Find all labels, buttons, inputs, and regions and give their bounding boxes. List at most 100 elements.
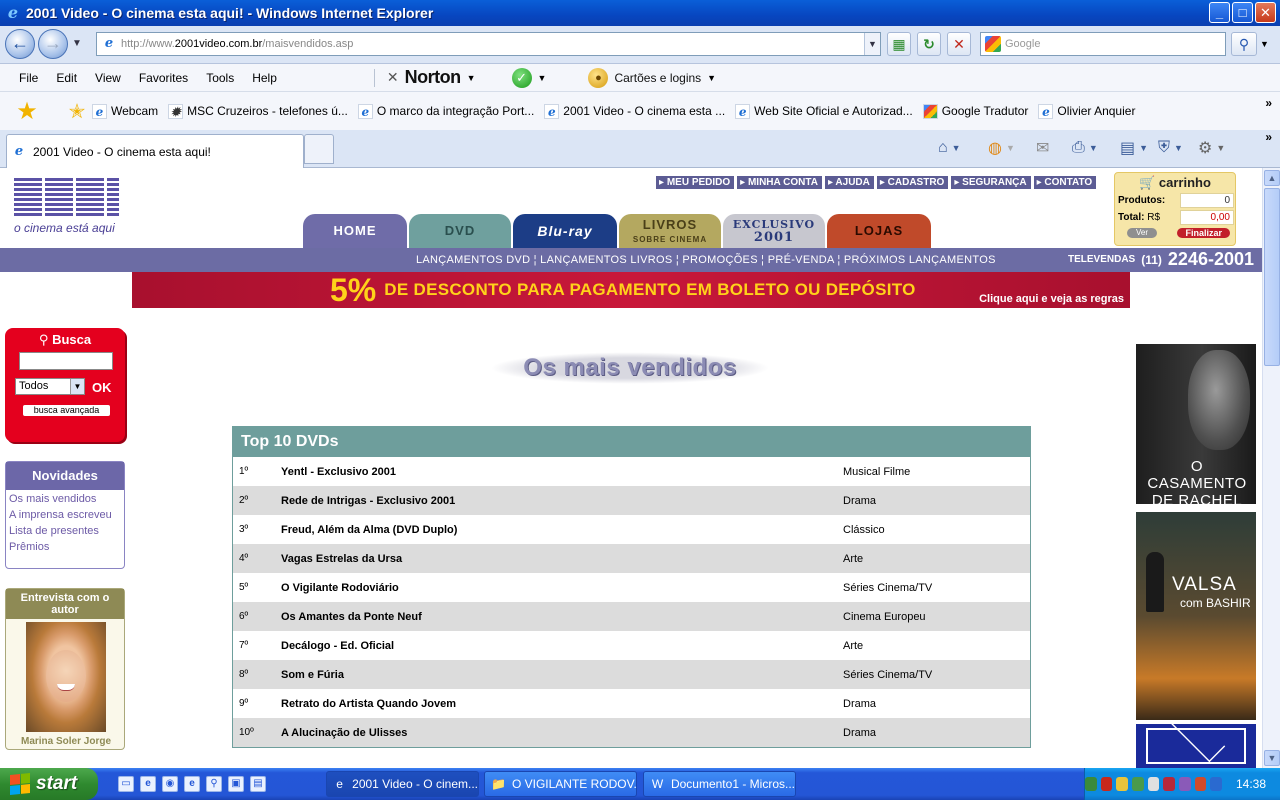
banner-newsletter[interactable] [1136,724,1256,768]
safety-icon[interactable]: ⛨ ▼ [1158,135,1183,161]
nav-tab-bluray[interactable]: Blu-ray [513,214,617,248]
table-row[interactable]: 8º Som e Fúria Séries Cinema/TV [233,660,1030,689]
home-icon[interactable]: ⌂ ▼ [938,135,961,161]
genre-link[interactable]: Musical Filme [843,466,1030,478]
fav-google-tradutor[interactable]: Google Tradutor [922,103,1028,119]
ie-icon[interactable]: e [184,776,200,792]
forward-button[interactable]: → [38,29,68,59]
norton-dropdown-icon[interactable]: ▼ [467,73,476,83]
cartoes-dropdown-icon[interactable]: ▼ [707,73,716,83]
dvd-title-link[interactable]: Freud, Além da Alma (DVD Duplo) [281,524,843,536]
genre-link[interactable]: Cinema Europeu [843,611,1030,623]
busca-avancada-link[interactable]: busca avançada [23,405,110,416]
compatibility-view-icon[interactable]: ▦ [887,32,911,56]
maximize-button[interactable]: □ [1232,2,1253,23]
busca-category-select[interactable]: Todos ▼ [15,378,85,395]
tray-icon[interactable] [1085,777,1097,791]
entrevista-box[interactable]: Entrevista com o autor Marina Soler Jorg… [5,588,125,750]
table-row[interactable]: 9º Retrato do Artista Quando Jovem Drama [233,689,1030,718]
new-tab-button[interactable] [304,134,334,164]
search-icon[interactable]: ⚲ [206,776,222,792]
menu-favorites[interactable]: Favorites [130,71,197,85]
novidades-link[interactable]: Lista de presentes [9,524,121,538]
url-dropdown-icon[interactable]: ▼ [864,33,880,55]
search-field[interactable]: Google [980,32,1226,56]
dvd-title-link[interactable]: Decálogo - Ed. Oficial [281,640,843,652]
tray-icon[interactable] [1194,777,1207,791]
scroll-thumb[interactable] [1264,188,1280,366]
busca-input[interactable] [19,352,113,370]
menu-tools[interactable]: Tools [197,71,243,85]
author-photo[interactable] [26,622,106,732]
tray-icon[interactable] [1179,777,1191,791]
genre-link[interactable]: Séries Cinema/TV [843,582,1030,594]
dvd-title-link[interactable]: Os Amantes da Ponte Neuf [281,611,843,623]
favorites-star-icon[interactable]: ★ [12,97,42,126]
explorer-icon[interactable]: ◉ [162,776,178,792]
close-button[interactable]: ✕ [1255,2,1276,23]
nav-tab-lojas[interactable]: LOJAS [827,214,931,248]
task-2001video[interactable]: e 2001 Video - O cinem... [326,771,479,797]
lock-icon[interactable]: ● [588,67,609,88]
add-favorite-icon[interactable]: ✭ [62,99,92,124]
busca-ok-button[interactable]: OK [92,380,112,395]
close-toolbar-icon[interactable]: ✕ [387,69,399,86]
genre-link[interactable]: Arte [843,553,1030,565]
table-row[interactable]: 10º A Alucinação de Ulisses Drama [233,718,1030,747]
menu-file[interactable]: File [10,71,47,85]
nav-tab-home[interactable]: HOME [303,214,407,248]
genre-link[interactable]: Séries Cinema/TV [843,669,1030,681]
more-commands-icon[interactable]: » [1265,130,1272,144]
link-seguranca[interactable]: ▸ SEGURANÇA [951,176,1031,189]
feeds-icon[interactable]: ◍ ▼ [988,135,1015,161]
novidades-link[interactable]: Prêmios [9,540,121,554]
back-button[interactable]: ← [5,29,35,59]
scroll-up-icon[interactable]: ▲ [1264,170,1280,186]
site-logo[interactable]: o cinema está aqui [14,178,136,238]
clock[interactable]: 14:38 [1236,777,1266,791]
link-cadastro[interactable]: ▸ CADASTRO [876,176,949,189]
stop-icon[interactable]: ✕ [947,32,971,56]
fav-marco[interactable]: eO marco da integração Port... [357,103,534,119]
window-icon[interactable]: ▤ [250,776,266,792]
tray-icon[interactable] [1147,777,1160,791]
tray-icon[interactable] [1210,777,1222,791]
refresh-icon[interactable]: ↻ [917,32,941,56]
fav-2001video[interactable]: e 2001 Video - O cinema esta ... [544,103,725,119]
show-desktop-icon[interactable]: ▭ [118,776,134,792]
banner-casamento-de-rachel[interactable]: O CASAMENTO DE RACHEL [1136,344,1256,504]
task-documento1[interactable]: W Documento1 - Micros... [643,771,796,797]
tools-gear-icon[interactable]: ⚙ ▼ [1198,135,1225,161]
norton-button[interactable]: Norton [405,67,461,88]
fav-olivier[interactable]: e Olivier Anquier [1038,103,1135,119]
genre-link[interactable]: Clássico [843,524,1030,536]
tab-2001video[interactable]: e 2001 Video - O cinema esta aqui! [6,134,304,168]
dvd-title-link[interactable]: Yentl - Exclusivo 2001 [281,466,843,478]
dvd-title-link[interactable]: Som e Fúria [281,669,843,681]
novidades-link[interactable]: Os mais vendidos [9,492,121,506]
table-row[interactable]: 4º Vagas Estrelas da Ursa Arte [233,544,1030,573]
print-icon[interactable]: ⎙ ▼ [1072,135,1098,161]
fav-website[interactable]: e Web Site Oficial e Autorizad... [735,103,913,119]
banner-valsa-com-bashir[interactable]: VALSA com BASHIR [1136,512,1256,720]
tray-icon[interactable] [1116,777,1129,791]
url-field[interactable]: e http://www.2001video.com.br/maisvendid… [96,32,881,56]
tool-icon[interactable]: ▣ [228,776,244,792]
dvd-title-link[interactable]: O Vigilante Rodoviário [281,582,843,594]
link-minha-conta[interactable]: ▸ MINHA CONTA [737,176,822,189]
table-row[interactable]: 1º Yentl - Exclusivo 2001 Musical Filme [233,457,1030,486]
promo-banner[interactable]: 5% DE DESCONTO PARA PAGAMENTO EM BOLETO … [132,272,1130,308]
table-row[interactable]: 7º Decálogo - Ed. Oficial Arte [233,631,1030,660]
genre-link[interactable]: Drama [843,698,1030,710]
genre-link[interactable]: Arte [843,640,1030,652]
tray-icon[interactable] [1132,777,1144,791]
dvd-title-link[interactable]: Rede de Intrigas - Exclusivo 2001 [281,495,843,507]
genre-link[interactable]: Drama [843,495,1030,507]
search-icon[interactable]: ⚲ [1231,32,1257,56]
dvd-title-link[interactable]: Retrato do Artista Quando Jovem [281,698,843,710]
search-options-icon[interactable]: ▼ [1260,39,1269,49]
start-button[interactable]: start [0,768,98,800]
menu-view[interactable]: View [86,71,130,85]
minimize-button[interactable]: _ [1209,2,1230,23]
menu-edit[interactable]: Edit [47,71,86,85]
